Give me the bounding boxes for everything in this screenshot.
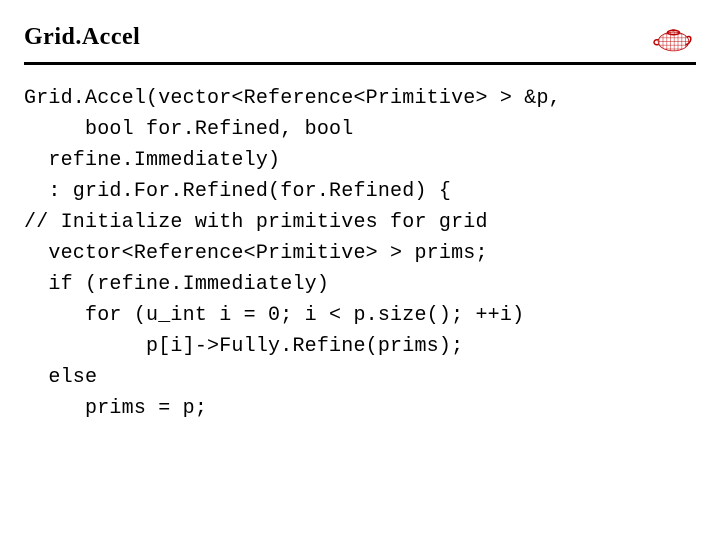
code-line: bool for.Refined, bool <box>24 114 696 145</box>
code-line: if (refine.Immediately) <box>24 269 696 300</box>
code-line: for (u_int i = 0; i < p.size(); ++i) <box>24 300 696 331</box>
slide: Grid.Accel Grid.Accel(vector<Reference<P… <box>0 0 720 424</box>
code-line: prims = p; <box>24 393 696 424</box>
page-title: Grid.Accel <box>24 24 140 51</box>
code-line: // Initialize with primitives for grid <box>24 207 696 238</box>
code-block: Grid.Accel(vector<Reference<Primitive> >… <box>24 83 696 424</box>
header-row: Grid.Accel <box>24 18 696 62</box>
code-line: Grid.Accel(vector<Reference<Primitive> >… <box>24 83 696 114</box>
code-line: : grid.For.Refined(for.Refined) { <box>24 176 696 207</box>
code-line: p[i]->Fully.Refine(prims); <box>24 331 696 362</box>
code-line: refine.Immediately) <box>24 145 696 176</box>
code-line: else <box>24 362 696 393</box>
divider <box>24 62 696 65</box>
teapot-icon <box>648 18 696 56</box>
code-line: vector<Reference<Primitive> > prims; <box>24 238 696 269</box>
